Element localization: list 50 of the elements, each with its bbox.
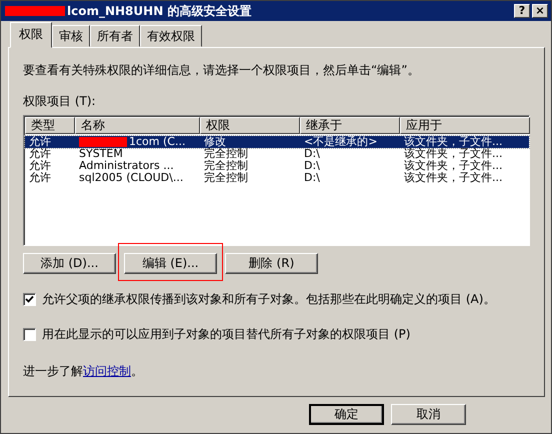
window-title: lcom_NH8UHN 的高级安全设置	[67, 2, 252, 20]
ok-button[interactable]: 确定	[309, 404, 384, 425]
table-cell: <不是继承的>	[304, 136, 378, 148]
table-cell: SYSTEM	[79, 148, 123, 160]
permission-row[interactable]: 允许 Administrators ... 完全控制 D:\ 该文件夹，子文件...	[25, 160, 529, 172]
permission-row[interactable]: 允许 sql2005 (CLOUD\... 完全控制 D:\ 该文件夹，子文件...	[25, 172, 529, 184]
action-button[interactable]: 删除 (R)	[225, 253, 318, 274]
checkbox-label: 用在此显示的可以应用到子对象的项目替代所有子对象的权限项目 (P)	[42, 326, 410, 343]
table-cell: sql2005 (CLOUD\...	[79, 172, 184, 184]
action-button[interactable]: 添加 (D)...	[23, 253, 116, 274]
table-cell: 该文件夹，子文件...	[404, 148, 502, 160]
help-button[interactable]: ?	[514, 4, 530, 18]
close-button[interactable]: ×	[532, 4, 548, 18]
access-control-link[interactable]: 访问控制	[83, 363, 131, 380]
permission-row[interactable]: 允许 1com (C... 修改 <不是继承的> 该文件夹，子文件...	[25, 136, 529, 148]
tab[interactable]: 权限	[10, 22, 52, 48]
intro-text: 要查看有关特殊权限的详细信息，请选择一个权限项目，然后单击“编辑”。	[23, 62, 420, 79]
table-cell: 完全控制	[204, 160, 248, 172]
table-cell: Administrators ...	[79, 160, 174, 172]
table-cell: 允许	[29, 160, 51, 172]
footer-period: 。	[131, 363, 143, 380]
column-header[interactable]: 应用于	[400, 117, 530, 134]
table-cell: 该文件夹，子文件...	[404, 160, 502, 172]
tab[interactable]: 审核	[52, 25, 90, 47]
action-button[interactable]: 编辑 (E)...	[124, 253, 217, 274]
cancel-button[interactable]: 取消	[391, 404, 466, 425]
checkbox[interactable]	[23, 328, 36, 341]
tab[interactable]: 有效权限	[140, 25, 202, 47]
table-cell: 该文件夹，子文件...	[404, 136, 502, 148]
table-cell: 允许	[29, 136, 51, 148]
tab[interactable]: 所有者	[90, 25, 140, 47]
table-cell: 完全控制	[204, 148, 248, 160]
table-cell: D:\	[304, 160, 320, 172]
checkbox-label: 允许父项的继承权限传播到该对象和所有子对象。包括那些在此明确定义的项目 (A)。	[42, 291, 496, 308]
column-header[interactable]: 类型	[25, 117, 75, 134]
table-cell: 该文件夹，子文件...	[404, 172, 502, 184]
table-cell: 允许	[29, 172, 51, 184]
permission-row[interactable]: 允许 SYSTEM 完全控制 D:\ 该文件夹，子文件...	[25, 148, 529, 160]
list-label: 权限项目 (T):	[23, 93, 97, 110]
table-cell: D:\	[304, 148, 320, 160]
column-header[interactable]: 名称	[75, 117, 200, 134]
column-header[interactable]: 继承于	[300, 117, 400, 134]
table-cell: 允许	[29, 148, 51, 160]
footer-text: 进一步了解	[23, 363, 83, 380]
table-cell: 修改	[204, 136, 226, 148]
checkbox[interactable]	[23, 293, 36, 306]
table-cell: 1com (C...	[129, 136, 186, 148]
column-header[interactable]: 权限	[200, 117, 300, 134]
table-cell: 完全控制	[204, 172, 248, 184]
table-cell: D:\	[304, 172, 320, 184]
